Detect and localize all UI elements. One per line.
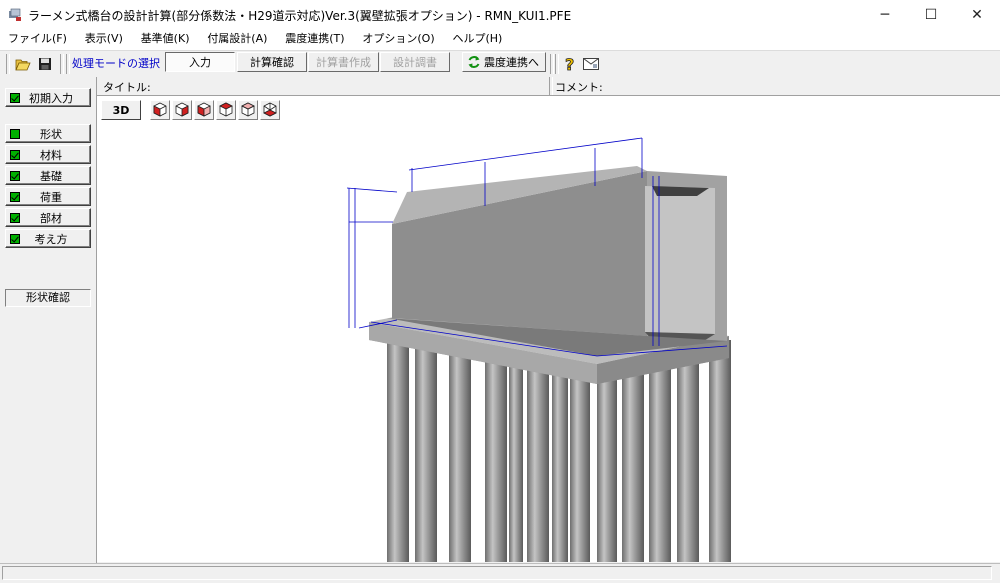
svg-text:?: ? (565, 55, 574, 73)
help-question-icon: ? (565, 55, 575, 73)
open-folder-icon (15, 59, 31, 71)
checkbox-checked-icon (10, 191, 20, 202)
sidebar-item-load[interactable]: 荷重 (5, 187, 91, 206)
sidebar-item-foundation[interactable]: 基礎 (5, 166, 91, 185)
sidebar-item-material[interactable]: 材料 (5, 145, 91, 164)
checkbox-checked-icon (10, 170, 20, 181)
menu-bar: ファイル(F) 表示(V) 基準値(K) 付属設計(A) 震度連携(T) オプシ… (0, 30, 1000, 50)
calc-check-button[interactable]: 計算確認 (237, 52, 307, 72)
minimize-button[interactable]: ─ (862, 0, 908, 30)
app-icon (9, 8, 21, 21)
sidebar-item-label: 形状 (40, 127, 62, 141)
menu-attached-design[interactable]: 付属設計(A) (201, 30, 273, 48)
sidebar: 初期入力 形状 材料 基礎 荷重 部材 考え方 (0, 77, 97, 563)
menu-seismic[interactable]: 震度連携(T) (279, 30, 350, 48)
info-divider (549, 77, 553, 95)
design-report-button[interactable]: 設計調書 (380, 52, 450, 72)
menu-file[interactable]: ファイル(F) (2, 30, 73, 48)
toolbar-separator (6, 54, 10, 74)
checkbox-checked-icon (10, 149, 20, 160)
mail-envelope-icon (583, 58, 599, 70)
title-bar: ラーメン式橋台の設計計算(部分係数法・H29道示対応)Ver.3(翼壁拡張オプシ… (0, 0, 1000, 30)
menu-standard[interactable]: 基準値(K) (135, 30, 196, 48)
toolbar-separator (66, 54, 70, 74)
checkbox-checked-icon (10, 92, 20, 103)
abutment-3d-model (346, 137, 731, 562)
help-button[interactable]: ? (560, 54, 580, 74)
toolbar-separator (555, 54, 559, 74)
sidebar-item-label: 基礎 (40, 169, 62, 183)
mode-selection-label: 処理モードの選択 (72, 57, 160, 70)
sidebar-item-label: 考え方 (34, 232, 68, 246)
title-label: タイトル: (103, 81, 151, 94)
sidebar-item-label: 荷重 (40, 190, 62, 204)
checkbox-unchecked-icon (10, 128, 20, 139)
calc-report-button[interactable]: 計算書作成 (308, 52, 379, 72)
toolbar-separator (550, 54, 554, 74)
save-disk-icon (39, 58, 51, 70)
window-title: ラーメン式橋台の設計計算(部分係数法・H29道示対応)Ver.3(翼壁拡張オプシ… (28, 9, 572, 23)
maximize-button[interactable]: ☐ (908, 0, 954, 30)
sidebar-item-approach[interactable]: 考え方 (5, 229, 91, 248)
shape-check-label: 形状確認 (5, 289, 91, 307)
info-bar: タイトル: コメント: (97, 77, 1000, 96)
sidebar-item-shape[interactable]: 形状 (5, 124, 91, 143)
save-button[interactable] (35, 54, 55, 74)
toolbar-separator (60, 54, 64, 74)
sidebar-item-initial-input[interactable]: 初期入力 (5, 88, 91, 107)
comment-label: コメント: (555, 81, 603, 94)
sidebar-item-label: 材料 (40, 148, 62, 162)
menu-option[interactable]: オプション(O) (356, 30, 440, 48)
sidebar-item-label: 部材 (40, 211, 62, 225)
menu-view[interactable]: 表示(V) (79, 30, 129, 48)
close-button[interactable]: ✕ (954, 0, 1000, 30)
status-panel (2, 566, 992, 580)
refresh-arrows-icon (468, 56, 480, 68)
3d-viewport[interactable]: 3D (97, 96, 1000, 562)
menu-help[interactable]: ヘルプ(H) (446, 30, 508, 48)
checkbox-checked-icon (10, 212, 20, 223)
input-mode-button[interactable]: 入力 (165, 52, 235, 72)
mail-button[interactable] (581, 54, 601, 74)
status-bar (0, 563, 1000, 583)
seismic-link-label: 震度連携へ (484, 56, 539, 69)
sidebar-item-label: 初期入力 (29, 91, 73, 105)
checkbox-checked-icon (10, 233, 20, 244)
sidebar-item-member[interactable]: 部材 (5, 208, 91, 227)
open-folder-button[interactable] (13, 54, 33, 74)
seismic-link-button[interactable]: 震度連携へ (462, 52, 546, 72)
